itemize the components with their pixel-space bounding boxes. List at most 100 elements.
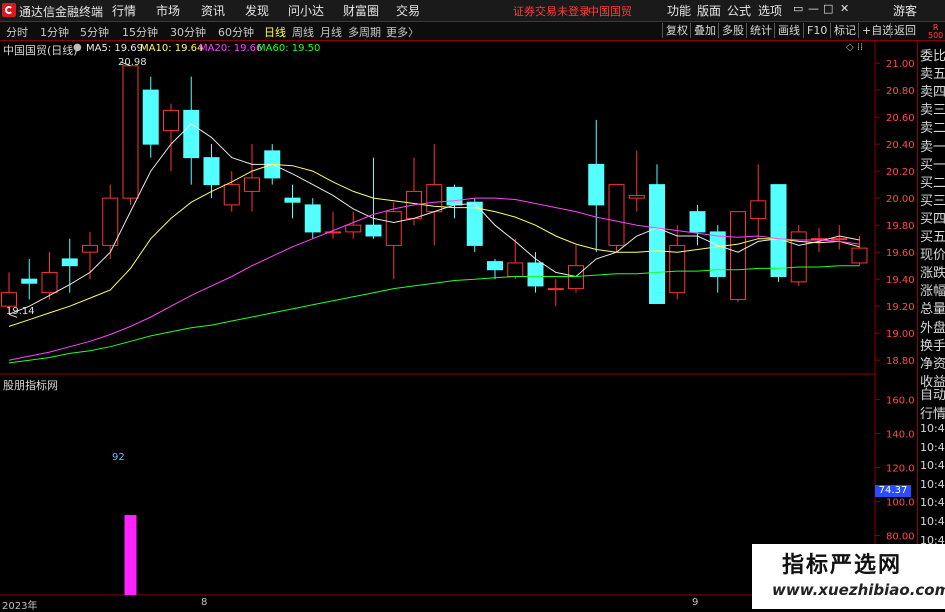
- tool-tongji[interactable]: 统计: [746, 23, 775, 38]
- candle: [223, 171, 240, 212]
- sub-y-tick-label: 160.0: [886, 395, 915, 406]
- menu-gongshi[interactable]: 公式: [727, 2, 751, 19]
- candle: [568, 245, 584, 293]
- candle-body-down: [649, 184, 665, 304]
- period-high-label: 20.98: [118, 57, 147, 68]
- chart-expand-icon[interactable]: ◇ ⁞⁞: [846, 42, 863, 53]
- tool-f10[interactable]: F10: [803, 23, 830, 38]
- tool-back[interactable]: 返回: [890, 23, 919, 38]
- side-item: 10:45: [920, 477, 945, 491]
- tool-huaxian[interactable]: 画线: [774, 23, 803, 38]
- candle: [426, 144, 443, 246]
- candle: [730, 211, 746, 303]
- candle-body-up: [507, 262, 524, 277]
- sub-y-tick-label: 140.0: [886, 429, 915, 440]
- candlestick-series: [1, 65, 868, 315]
- period-5min[interactable]: 5分钟: [80, 24, 109, 40]
- price-axis: 21.00 20.80 20.60 20.40 20.20 20.00 19.80 19.60…: [875, 59, 915, 367]
- menu-xuanxiang[interactable]: 选项: [758, 2, 782, 19]
- tool-fuquan[interactable]: 复权: [662, 23, 691, 38]
- current-stock-name: 中国国贸: [588, 5, 632, 18]
- candle-body-up: [426, 184, 443, 213]
- candle-body-down: [446, 186, 463, 206]
- window-restore-icon[interactable]: ▭: [793, 2, 803, 15]
- candle-body-up: [223, 184, 240, 206]
- guest-user[interactable]: 游客: [893, 2, 917, 19]
- y-tick-label: 19.40: [886, 275, 915, 286]
- candle: [608, 184, 625, 253]
- candle: [325, 211, 341, 239]
- candle-body-up: [385, 211, 402, 246]
- menu-zixun[interactable]: 资讯: [201, 2, 225, 19]
- candle: [142, 76, 159, 158]
- tool-biaoji[interactable]: 标记: [830, 23, 859, 38]
- candle: [588, 119, 605, 253]
- period-low-label: 19.14: [6, 306, 35, 317]
- ma5-label: MA5: 19.69: [86, 43, 144, 54]
- menu-gongneng[interactable]: 功能: [667, 2, 691, 19]
- period-60min[interactable]: 60分钟: [218, 24, 254, 40]
- kline-chart-area[interactable]: 21.00 20.80 20.60 20.40 20.20 20.00 19.80 19.60…: [0, 41, 917, 609]
- menu-caifuquan[interactable]: 财富圈: [343, 2, 379, 19]
- menu-jiaoyi[interactable]: 交易: [396, 2, 420, 19]
- candle-body-up: [1, 292, 17, 307]
- window-close-icon[interactable]: ✕: [840, 2, 849, 15]
- candle-body-up: [750, 200, 767, 219]
- candle: [102, 184, 119, 259]
- login-warning[interactable]: 证券交易未登录: [513, 3, 590, 19]
- side-item: 10:45: [920, 459, 945, 473]
- candle: [466, 198, 483, 253]
- side-item: 行情: [920, 406, 945, 422]
- side-item: 卖四: [920, 85, 945, 101]
- side-item: 委比: [920, 49, 945, 64]
- candle-body-up: [628, 194, 645, 199]
- period-multi[interactable]: 多周期: [348, 24, 381, 40]
- side-item: 10:45: [920, 440, 945, 454]
- watermark-logo: 指标严选网 www.xuezhibiao.com: [752, 544, 945, 609]
- candle: [284, 184, 301, 219]
- candle-body-down: [770, 184, 787, 277]
- y-tick-label: 20.80: [886, 86, 915, 97]
- period-1min[interactable]: 1分钟: [40, 24, 69, 40]
- period-15min[interactable]: 15分钟: [122, 24, 158, 40]
- side-item: 卖二: [920, 121, 945, 137]
- ma10-label: MA10: 19.64: [140, 43, 204, 54]
- candle-body-up: [82, 244, 98, 253]
- menu-banmian[interactable]: 版面: [697, 2, 721, 19]
- menu-faxian[interactable]: 发现: [245, 2, 269, 19]
- candle: [203, 144, 220, 199]
- period-daily[interactable]: 日线: [264, 24, 286, 40]
- candle: [790, 225, 807, 286]
- menu-shichang[interactable]: 市场: [156, 2, 180, 19]
- menu-wenxiaoda[interactable]: 问小达: [288, 2, 324, 19]
- chart-settings-icon[interactable]: ●: [73, 42, 82, 53]
- candle-body-down: [61, 258, 78, 267]
- app-logo-icon: [2, 3, 16, 17]
- candle: [689, 204, 706, 246]
- menu-hangqing[interactable]: 行情: [112, 2, 136, 19]
- period-weekly[interactable]: 周线: [292, 24, 314, 40]
- tool-diejia[interactable]: 叠加: [690, 23, 719, 38]
- side-item: 买五: [920, 230, 945, 245]
- period-monthly[interactable]: 月线: [320, 24, 342, 40]
- window-maximize-icon[interactable]: □: [823, 2, 833, 15]
- period-more[interactable]: 更多〉: [386, 24, 419, 40]
- window-minimize-icon[interactable]: —: [808, 2, 819, 15]
- period-toolbar: 分时 1分钟 5分钟 15分钟 30分钟 60分钟 日线 周线 月线 多周期 更…: [0, 22, 945, 41]
- candle: [851, 235, 868, 266]
- chart-title: 中国国贸(日线): [3, 44, 78, 57]
- period-fenshi[interactable]: 分时: [6, 24, 28, 40]
- period-30min[interactable]: 30分钟: [170, 24, 206, 40]
- candle-body-up: [41, 271, 58, 294]
- y-tick-label: 19.80: [886, 221, 915, 232]
- y-tick-label: 20.00: [886, 194, 915, 205]
- candle-body-up: [608, 184, 625, 246]
- candle: [547, 279, 564, 307]
- side-item: 涨跌: [920, 266, 945, 282]
- side-item: 卖一: [920, 139, 945, 155]
- indicator-bar-value: 92: [112, 452, 125, 463]
- candle-body-up: [831, 238, 848, 241]
- tool-duogu[interactable]: 多股: [718, 23, 747, 38]
- side-item: 买四: [920, 211, 945, 227]
- sub-y-tick-label: 120.0: [886, 463, 915, 474]
